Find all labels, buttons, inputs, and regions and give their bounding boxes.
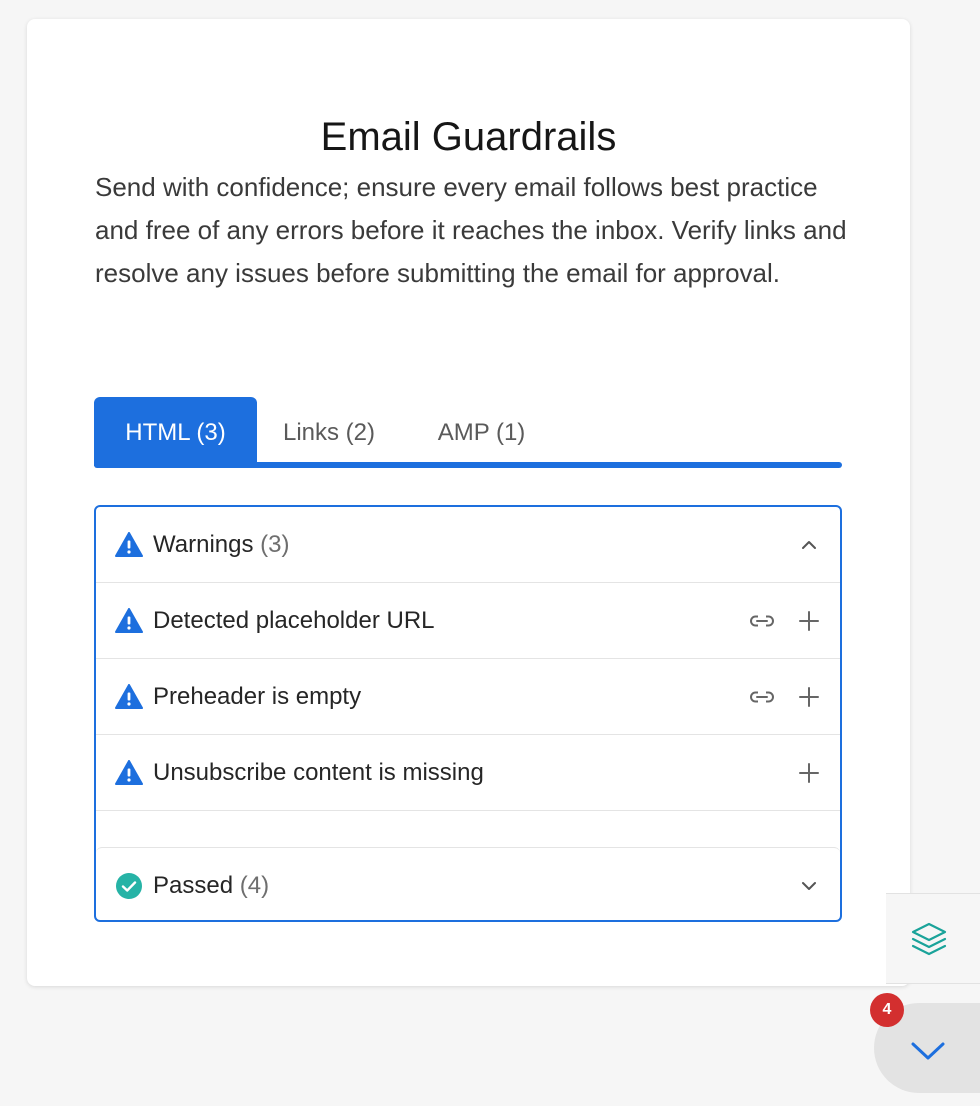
page-description: Send with confidence; ensure every email… [95,172,847,288]
guardrails-card: Email Guardrails Send with confidence; e… [27,19,910,986]
tab-bar: HTML (3) Links (2) AMP (1) [94,397,842,468]
warning-icon [115,532,143,558]
tab-amp[interactable]: AMP (1) [414,397,549,466]
link-icon[interactable] [749,684,775,710]
list-item[interactable]: Unsubscribe content is missing [96,735,840,811]
page-title: Email Guardrails [320,115,617,159]
notification-badge: 4 [870,993,904,1027]
warnings-title: Warnings (3) [153,531,290,558]
check-circle-icon [115,873,143,899]
tab-links[interactable]: Links (2) [269,397,389,466]
plus-icon[interactable] [796,760,822,786]
layers-button[interactable] [886,893,980,984]
link-icon[interactable] [749,608,775,634]
warning-icon [115,760,143,786]
chevron-up-icon[interactable] [796,532,822,558]
warning-label: Unsubscribe content is missing [153,759,484,786]
tab-html[interactable]: HTML (3) [94,397,257,466]
list-item[interactable]: Preheader is empty [96,659,840,735]
passed-header[interactable]: Passed (4) [96,847,840,920]
warnings-count: (3) [260,531,290,558]
plus-icon[interactable] [796,608,822,634]
passed-count: (4) [239,872,270,899]
list-item[interactable]: Detected placeholder URL [96,583,840,659]
warning-label: Detected placeholder URL [153,607,435,634]
warnings-header[interactable]: Warnings (3) [96,507,840,583]
warning-icon [115,684,143,710]
warning-icon [115,608,143,634]
tab-underline [94,462,842,468]
checks-panel: Warnings (3) Detected placeholder URL Pr… [94,505,842,922]
section-spacer [96,811,840,847]
plus-icon[interactable] [796,684,822,710]
chevron-down-icon[interactable] [796,873,822,899]
passed-title: Passed (4) [153,872,270,899]
warning-label: Preheader is empty [153,683,362,710]
